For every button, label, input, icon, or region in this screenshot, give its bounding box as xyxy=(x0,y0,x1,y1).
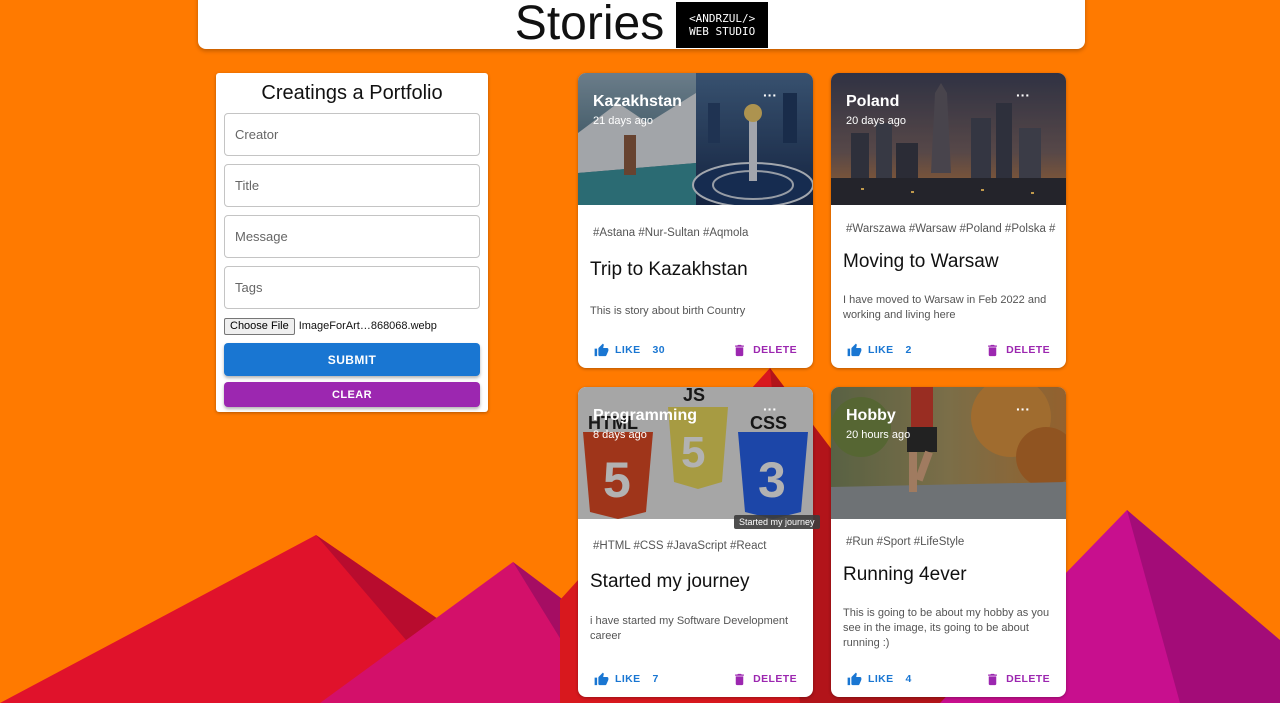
like-label: LIKE xyxy=(615,673,641,685)
trash-icon xyxy=(988,673,998,685)
post-tags: #Astana #Nur-Sultan #Aqmola xyxy=(593,227,749,239)
delete-label: DELETE xyxy=(1006,344,1050,356)
post-message: This is story about birth Country xyxy=(590,305,746,317)
delete-label: DELETE xyxy=(753,344,797,356)
trash-icon xyxy=(735,673,745,685)
post-image: Poland 20 days ago ··· xyxy=(831,73,1066,205)
thumb-up-icon xyxy=(847,672,862,685)
post-image: Hobby 20 hours ago ··· xyxy=(831,387,1066,519)
post-title: Started my journey xyxy=(590,571,750,592)
post-message: I have moved to Warsaw in Feb 2022 and w… xyxy=(843,294,1047,321)
title-input[interactable] xyxy=(224,164,480,207)
post-time: 21 days ago xyxy=(593,115,653,127)
tooltip: Started my journey xyxy=(734,515,820,529)
thumb-up-icon xyxy=(594,672,609,685)
more-options-icon[interactable]: ··· xyxy=(1016,401,1030,417)
selected-file-name: ImageForArt…868068.webp xyxy=(298,320,437,332)
delete-button[interactable]: DELETE xyxy=(732,343,797,358)
post-actions: LIKE 2 DELETE xyxy=(831,332,1066,368)
more-options-icon[interactable]: ··· xyxy=(1016,87,1030,103)
post-card: Hobby 20 hours ago ··· #Run #Sport #Life… xyxy=(831,387,1066,697)
post-tags: #Run #Sport #LifeStyle xyxy=(846,536,965,548)
more-options-icon[interactable]: ··· xyxy=(763,87,777,103)
post-country: Hobby xyxy=(846,407,896,424)
like-count: 30 xyxy=(652,344,666,356)
post-country: Poland xyxy=(846,93,900,110)
post-image: Kazakhstan 21 days ago ··· xyxy=(578,73,813,205)
submit-button[interactable]: SUBMIT xyxy=(224,343,480,376)
clear-button[interactable]: CLEAR xyxy=(224,382,480,407)
post-message: This is going to be about my hobby as yo… xyxy=(843,607,1050,649)
choose-file-button[interactable]: Choose File xyxy=(224,317,295,335)
like-label: LIKE xyxy=(868,673,894,685)
post-card: Poland 20 days ago ··· #Warszawa #Warsaw… xyxy=(831,73,1066,368)
like-label: LIKE xyxy=(868,344,894,356)
delete-label: DELETE xyxy=(1006,673,1050,685)
logo-line-1: <ANDRZUL/> xyxy=(689,11,756,25)
thumb-up-icon xyxy=(847,343,862,356)
trash-icon xyxy=(988,344,998,356)
creator-input[interactable] xyxy=(224,113,480,156)
delete-button[interactable]: DELETE xyxy=(985,343,1050,358)
like-button[interactable]: LIKE 2 xyxy=(847,343,912,358)
post-country: Kazakhstan xyxy=(593,93,682,110)
delete-label: DELETE xyxy=(753,673,797,685)
like-button[interactable]: LIKE 30 xyxy=(594,343,665,358)
post-time: 20 hours ago xyxy=(846,429,911,441)
post-message: i have started my Software Development c… xyxy=(590,615,789,642)
post-tags: #Warszawa #Warsaw #Poland #Polska # xyxy=(846,223,1056,235)
post-title: Trip to Kazakhstan xyxy=(590,259,748,280)
delete-button[interactable]: DELETE xyxy=(732,672,797,687)
post-image: JS HTML CSS 5 5 3 Programming 8 days ago… xyxy=(578,387,813,519)
post-card: JS HTML CSS 5 5 3 Programming 8 days ago… xyxy=(578,387,813,697)
create-post-form: Creatings a Portfolio Choose File ImageF… xyxy=(216,73,488,412)
file-upload-row: Choose File ImageForArt…868068.webp xyxy=(224,317,480,335)
post-tags: #HTML #CSS #JavaScript #React xyxy=(593,540,767,552)
post-title: Running 4ever xyxy=(843,564,967,585)
post-title: Moving to Warsaw xyxy=(843,251,999,272)
like-button[interactable]: LIKE 7 xyxy=(594,672,659,687)
logo-line-2: WEB STUDIO xyxy=(689,24,756,38)
post-time: 8 days ago xyxy=(593,429,647,441)
app-title: Stories xyxy=(514,0,665,50)
more-options-icon[interactable]: ··· xyxy=(763,401,777,417)
post-actions: LIKE 30 DELETE xyxy=(578,332,813,368)
delete-button[interactable]: DELETE xyxy=(985,672,1050,687)
app-header: Stories <ANDRZUL/> WEB STUDIO xyxy=(198,0,1085,49)
message-input[interactable] xyxy=(224,215,480,258)
thumb-up-icon xyxy=(594,343,609,356)
post-time: 20 days ago xyxy=(846,115,906,127)
like-count: 2 xyxy=(905,344,912,356)
post-country: Programming xyxy=(593,407,698,424)
trash-icon xyxy=(735,344,745,356)
post-card: Kazakhstan 21 days ago ··· #Astana #Nur-… xyxy=(578,73,813,368)
post-actions: LIKE 7 DELETE xyxy=(578,661,813,697)
studio-logo: <ANDRZUL/> WEB STUDIO xyxy=(676,1,769,48)
like-count: 7 xyxy=(652,673,659,685)
tags-input[interactable] xyxy=(224,266,480,309)
form-title: Creatings a Portfolio xyxy=(261,82,443,104)
post-actions: LIKE 4 DELETE xyxy=(831,661,1066,697)
like-button[interactable]: LIKE 4 xyxy=(847,672,912,687)
like-count: 4 xyxy=(905,673,912,685)
like-label: LIKE xyxy=(615,344,641,356)
